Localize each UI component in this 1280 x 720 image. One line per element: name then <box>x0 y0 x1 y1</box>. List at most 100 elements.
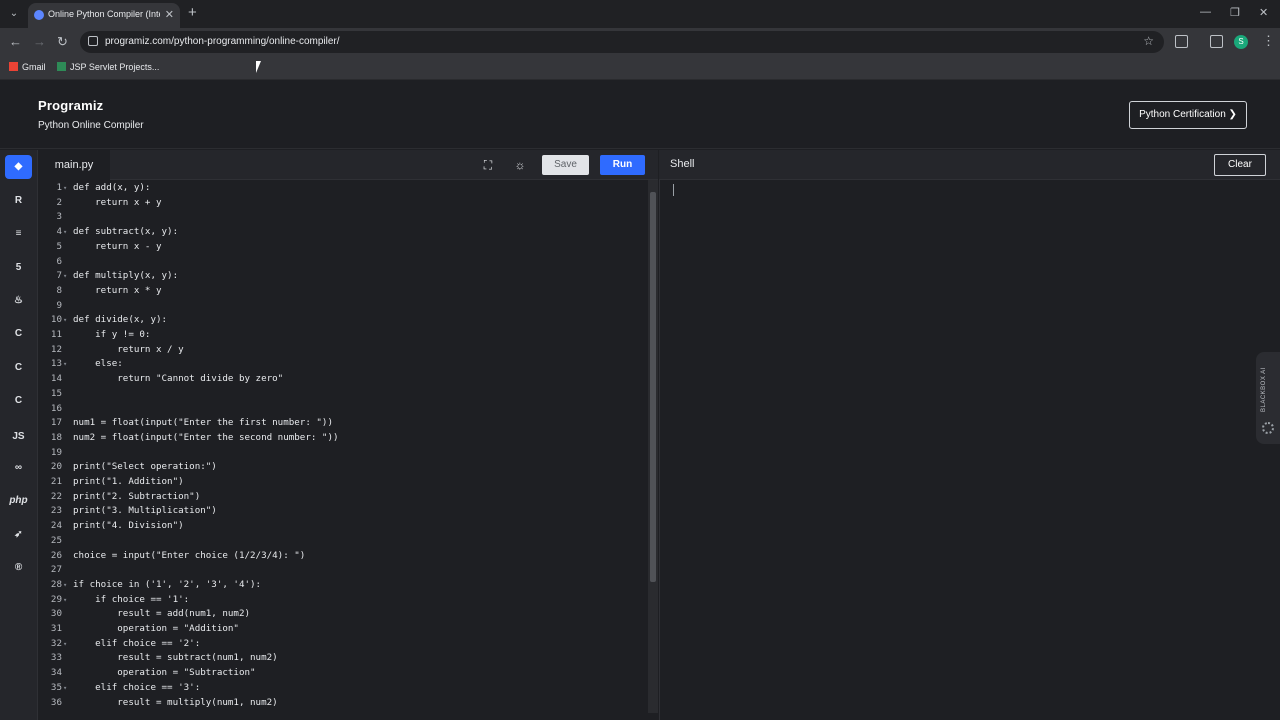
fold-toggle-icon[interactable]: ▾ <box>63 269 67 284</box>
sql-icon[interactable]: ≡ <box>5 222 32 246</box>
fold-toggle-icon[interactable]: ▾ <box>63 593 67 608</box>
python-icon[interactable]: ◆ <box>5 155 32 179</box>
new-tab-icon[interactable]: + <box>188 4 197 21</box>
code-line[interactable]: 25 <box>38 534 648 549</box>
code-line[interactable]: 20 print("Select operation:") <box>38 460 648 475</box>
fullscreen-icon[interactable]: ⛶ <box>481 158 495 172</box>
code-line[interactable]: 18 num2 = float(input("Enter the second n… <box>38 431 648 446</box>
fold-toggle-icon[interactable]: ▾ <box>63 225 67 240</box>
code-text: return x * y <box>73 284 162 296</box>
code-text: else: <box>73 358 123 370</box>
code-line[interactable]: 19 <box>38 446 648 461</box>
code-line[interactable]: 32 ▾ elif choice == '2': <box>38 637 648 652</box>
reload-icon[interactable]: ↻ <box>57 34 68 50</box>
line-number: 9 <box>56 299 62 311</box>
php-icon[interactable]: php <box>5 489 32 513</box>
cpp-icon[interactable]: C <box>5 356 32 380</box>
java-icon[interactable]: ♨ <box>5 289 32 313</box>
window-close-icon[interactable]: ✕ <box>1259 6 1268 19</box>
restore-icon[interactable]: ❐ <box>1230 6 1240 19</box>
shell-output[interactable] <box>659 180 1280 720</box>
code-editor[interactable]: 1 ▾ def add(x, y): 2 return x + y 3 4 ▾ def sub… <box>38 180 648 713</box>
fold-toggle-icon[interactable]: ▾ <box>63 578 67 593</box>
code-line[interactable]: 30 result = add(num1, num2) <box>38 607 648 622</box>
fold-toggle-icon[interactable]: ▾ <box>63 637 67 652</box>
code-line[interactable]: 9 <box>38 299 648 314</box>
shell-toolbar: Shell Clear <box>659 150 1280 180</box>
programiz-favicon-icon <box>34 10 44 20</box>
code-line[interactable]: 28 ▾ if choice in ('1', '2', '3', '4'): <box>38 578 648 593</box>
minimize-icon[interactable]: — <box>1200 6 1211 18</box>
code-line[interactable]: 26 choice = input("Enter choice (1/2/3/4)… <box>38 549 648 564</box>
code-line[interactable]: 35 ▾ elif choice == '3': <box>38 681 648 696</box>
code-line[interactable]: 14 return "Cannot divide by zero" <box>38 372 648 387</box>
bookmark-gmail[interactable]: Gmail <box>9 62 46 72</box>
browser-menu-icon[interactable]: ⋮ <box>1262 33 1275 49</box>
rust-icon[interactable]: ® <box>5 556 32 580</box>
code-line[interactable]: 10 ▾ def divide(x, y): <box>38 313 648 328</box>
browser-tab[interactable]: Online Python Compiler (Interp ✕ <box>28 3 180 28</box>
code-line[interactable]: 23 print("3. Multiplication") <box>38 504 648 519</box>
code-line[interactable]: 16 <box>38 402 648 417</box>
blackbox-ai-widget[interactable]: BLACKBOX AI <box>1256 352 1280 444</box>
c-icon[interactable]: C <box>5 322 32 346</box>
python-certification-button[interactable]: Python Certification ❯ <box>1129 101 1247 129</box>
code-line[interactable]: 33 result = subtract(num1, num2) <box>38 651 648 666</box>
code-line[interactable]: 27 <box>38 563 648 578</box>
code-line[interactable]: 24 print("4. Division") <box>38 519 648 534</box>
code-line[interactable]: 1 ▾ def add(x, y): <box>38 181 648 196</box>
code-line[interactable]: 6 <box>38 255 648 270</box>
programiz-logo[interactable]: Programiz <box>38 98 103 113</box>
code-line[interactable]: 12 return x / y <box>38 343 648 358</box>
line-number: 20 <box>50 461 62 473</box>
back-icon[interactable]: ← <box>9 34 22 49</box>
bookmark-star-icon[interactable]: ☆ <box>1143 34 1154 48</box>
code-line[interactable]: 13 ▾ else: <box>38 357 648 372</box>
line-number: 3 <box>56 211 62 223</box>
site-info-icon[interactable] <box>88 36 98 46</box>
code-line[interactable]: 11 if y != 0: <box>38 328 648 343</box>
code-line[interactable]: 31 operation = "Addition" <box>38 622 648 637</box>
fold-toggle-icon[interactable]: ▾ <box>63 181 67 196</box>
tab-close-icon[interactable]: ✕ <box>165 8 174 21</box>
go-icon[interactable]: ∞ <box>5 456 32 480</box>
shell-title: Shell <box>670 158 695 170</box>
theme-toggle-icon[interactable]: ☼ <box>513 158 527 172</box>
file-tab-main[interactable]: main.py <box>38 150 110 180</box>
csharp-icon[interactable]: C <box>5 389 32 413</box>
save-button[interactable]: Save <box>542 155 589 175</box>
html-icon[interactable]: 5 <box>5 256 32 280</box>
bookmark-jsp[interactable]: JSP Servlet Projects... <box>57 62 159 72</box>
code-line[interactable]: 36 result = multiply(num1, num2) <box>38 696 648 711</box>
code-line[interactable]: 4 ▾ def subtract(x, y): <box>38 225 648 240</box>
address-bar[interactable]: programiz.com/python-programming/online-… <box>80 31 1164 53</box>
swift-icon[interactable]: ➶ <box>5 523 32 547</box>
code-line[interactable]: 8 return x * y <box>38 284 648 299</box>
code-line[interactable]: 3 <box>38 210 648 225</box>
tab-search-icon[interactable]: ⌄ <box>6 6 22 22</box>
code-line[interactable]: 21 print("1. Addition") <box>38 475 648 490</box>
code-line[interactable]: 5 return x - y <box>38 240 648 255</box>
run-button[interactable]: Run <box>600 155 645 175</box>
javascript-icon[interactable]: JS <box>5 425 32 449</box>
code-line[interactable]: 7 ▾ def multiply(x, y): <box>38 269 648 284</box>
forward-icon[interactable]: → <box>33 34 46 49</box>
editor-scrollbar-thumb[interactable] <box>650 192 656 582</box>
code-line[interactable]: 34 operation = "Subtraction" <box>38 666 648 681</box>
line-number: 35 <box>50 681 62 693</box>
side-panel-icon[interactable] <box>1210 35 1223 48</box>
fold-toggle-icon[interactable]: ▾ <box>63 681 67 696</box>
line-number: 18 <box>50 431 62 443</box>
code-line[interactable]: 29 ▾ if choice == '1': <box>38 593 648 608</box>
fold-toggle-icon[interactable]: ▾ <box>63 313 67 328</box>
code-line[interactable]: 22 print("2. Subtraction") <box>38 490 648 505</box>
code-line[interactable]: 15 <box>38 387 648 402</box>
code-line[interactable]: 17 num1 = float(input("Enter the first nu… <box>38 416 648 431</box>
code-line[interactable]: 2 return x + y <box>38 196 648 211</box>
fold-toggle-icon[interactable]: ▾ <box>63 357 67 372</box>
clear-button[interactable]: Clear <box>1214 154 1266 176</box>
extensions-icon[interactable] <box>1175 35 1188 48</box>
code-text: elif choice == '3': <box>73 681 201 693</box>
r-icon[interactable]: R <box>5 189 32 213</box>
profile-avatar[interactable]: S <box>1234 35 1248 49</box>
